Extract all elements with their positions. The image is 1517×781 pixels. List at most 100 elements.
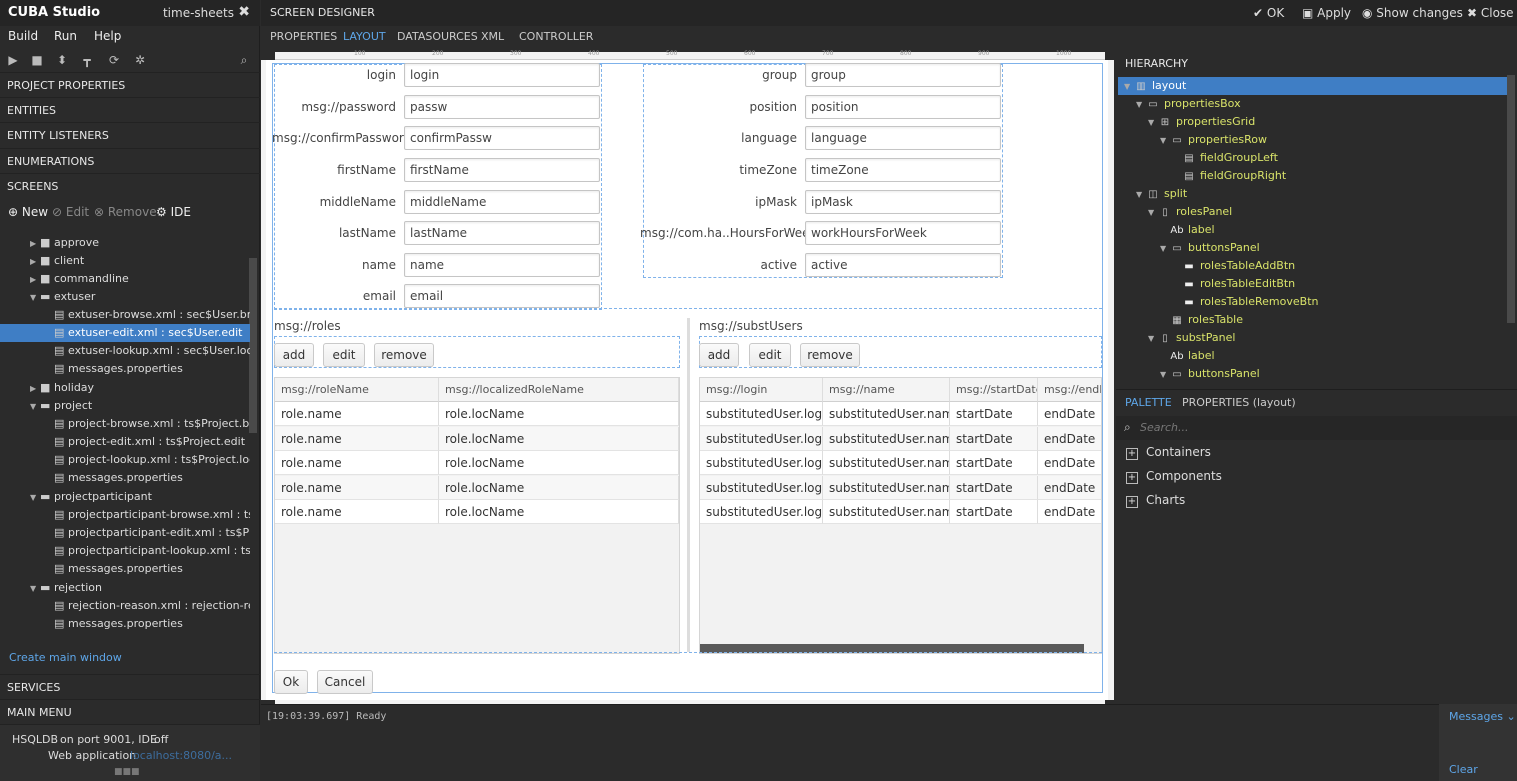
tree-item[interactable]: ▶ ■ client xyxy=(0,252,250,270)
hierarchy-node[interactable]: ▼ ▭ buttonsPanel xyxy=(1118,239,1260,257)
email-field[interactable]: email xyxy=(404,284,600,308)
tab-xml[interactable]: XML xyxy=(481,30,504,43)
ide-button[interactable]: ⚙ IDE xyxy=(156,205,191,219)
tree-item[interactable]: ▼ ▬ rejection xyxy=(0,579,250,597)
section-services[interactable]: SERVICES xyxy=(0,674,260,699)
section-screens[interactable]: SCREENS xyxy=(0,173,260,198)
tree-item[interactable]: ▼ ▬ extuser xyxy=(0,288,250,306)
palette-search[interactable]: ⌕ Search... xyxy=(1116,416,1517,440)
middle-name-field[interactable]: middleName xyxy=(404,190,600,214)
subst-remove-button[interactable]: remove xyxy=(800,343,860,367)
login-field[interactable]: login xyxy=(404,63,600,87)
hierarchy-node[interactable]: Ab label xyxy=(1118,221,1214,239)
tab-palette[interactable]: PALETTE xyxy=(1125,396,1172,409)
dialog-ok-button[interactable]: Ok xyxy=(274,670,308,694)
table-header[interactable]: msg://localizedRoleName xyxy=(439,378,679,402)
messages-dropdown[interactable]: Messages ⌄ xyxy=(1449,710,1516,723)
table-cell[interactable]: substitutedUser.name xyxy=(823,476,950,500)
table-cell[interactable]: endDate xyxy=(1038,476,1101,500)
hierarchy-node[interactable]: ▼ ▥ layout xyxy=(1118,77,1507,95)
last-name-field[interactable]: lastName xyxy=(404,221,600,245)
tree-item[interactable]: ▶ ■ approve xyxy=(0,234,250,252)
table-cell[interactable]: endDate xyxy=(1038,451,1101,475)
web-app-link[interactable]: localhost:8080/a... xyxy=(130,749,232,762)
tree-item[interactable]: ▼ ▬ project xyxy=(0,397,250,415)
table-cell[interactable]: endDate xyxy=(1038,402,1101,426)
language-field[interactable]: language xyxy=(805,126,1001,150)
table-cell[interactable]: startDate xyxy=(950,451,1038,475)
section-project-properties[interactable]: PROJECT PROPERTIES xyxy=(0,72,260,97)
show-changes-button[interactable]: ◉ Show changes xyxy=(1362,6,1463,20)
table-cell[interactable]: substitutedUser.login xyxy=(700,451,823,475)
table-header[interactable]: msg://login xyxy=(700,378,823,402)
tab-controller[interactable]: CONTROLLER xyxy=(519,30,593,43)
hierarchy-node[interactable]: ▤ fieldGroupLeft xyxy=(1118,149,1278,167)
hierarchy-node[interactable]: ▼ ▯ substPanel xyxy=(1118,329,1235,347)
tree-item[interactable]: ▤project-browse.xml : ts$Project.browse xyxy=(0,415,250,433)
tab-properties-layout[interactable]: PROPERTIES (layout) xyxy=(1182,396,1296,409)
tree-item[interactable]: ▶ ■ commandline xyxy=(0,270,250,288)
project-name[interactable]: time-sheets xyxy=(163,6,234,20)
palette-group-charts[interactable]: + Charts xyxy=(1126,493,1185,508)
table-cell[interactable]: startDate xyxy=(950,500,1038,524)
table-cell[interactable]: substitutedUser.name xyxy=(823,427,950,451)
tree-item[interactable]: ▤ project-edit.xml : ts$Project.edit xyxy=(0,433,250,451)
tree-item[interactable]: ▤projectparticipant-edit.xml : ts$Projec… xyxy=(0,524,250,542)
subst-users-table[interactable]: msg://login msg://name msg://startDate m… xyxy=(699,377,1102,654)
panel-resize-handle[interactable]: ■■■ xyxy=(114,767,140,777)
table-cell[interactable]: substitutedUser.name xyxy=(823,402,950,426)
hierarchy-node[interactable]: ▼ ▭ propertiesRow xyxy=(1118,131,1267,149)
section-entities[interactable]: ENTITIES xyxy=(0,97,260,122)
tree-scrollbar[interactable] xyxy=(249,258,257,433)
table-cell[interactable]: substitutedUser.login xyxy=(700,427,823,451)
table-cell[interactable]: substitutedUser.login xyxy=(700,402,823,426)
table-header[interactable]: msg://endDa xyxy=(1038,378,1101,402)
first-name-field[interactable]: firstName xyxy=(404,158,600,182)
hierarchy-node[interactable]: ▼ ▭ propertiesBox xyxy=(1118,95,1241,113)
hierarchy-node[interactable]: ▼ ⊞ propertiesGrid xyxy=(1118,113,1255,131)
active-field[interactable]: active xyxy=(805,253,1001,277)
work-hours-field[interactable]: workHoursForWeek xyxy=(805,221,1001,245)
refresh-icon[interactable]: ⟳ xyxy=(106,52,122,68)
hierarchy-node[interactable]: ▬ rolesTableRemoveBtn xyxy=(1118,293,1318,311)
subst-add-button[interactable]: add xyxy=(699,343,739,367)
edit-screen-button[interactable]: ⊘ Edit xyxy=(52,205,89,219)
create-main-window-link[interactable]: Create main window xyxy=(9,651,122,664)
table-cell[interactable]: role.locName xyxy=(439,476,679,500)
section-enumerations[interactable]: ENUMERATIONS xyxy=(0,148,260,173)
table-cell[interactable]: role.name xyxy=(275,451,439,475)
tree-item[interactable]: ▼ ▬ projectparticipant xyxy=(0,488,250,506)
ok-button[interactable]: ✔ OK xyxy=(1253,6,1284,20)
table-header[interactable]: msg://roleName xyxy=(275,378,439,402)
subst-edit-button[interactable]: edit xyxy=(749,343,791,367)
menu-help[interactable]: Help xyxy=(94,29,121,43)
ip-mask-field[interactable]: ipMask xyxy=(805,190,1001,214)
table-cell[interactable]: substitutedUser.name xyxy=(823,500,950,524)
tree-item[interactable]: ▤ messages.properties xyxy=(0,469,250,487)
search-icon[interactable]: ⌕ xyxy=(236,52,252,68)
close-button[interactable]: ✖ Close xyxy=(1467,6,1514,20)
position-field[interactable]: position xyxy=(805,95,1001,119)
palette-group-containers[interactable]: + Containers xyxy=(1126,445,1211,460)
hierarchy-node[interactable]: ▤ fieldGroupRight xyxy=(1118,167,1286,185)
menu-run[interactable]: Run xyxy=(54,29,77,43)
table-cell[interactable]: startDate xyxy=(950,427,1038,451)
table-header[interactable]: msg://startDate xyxy=(950,378,1038,402)
table-cell[interactable]: substitutedUser.login xyxy=(700,500,823,524)
tab-datasources[interactable]: DATASOURCES xyxy=(397,30,478,43)
hierarchy-node[interactable]: ▼ ▯ rolesPanel xyxy=(1118,203,1232,221)
section-entity-listeners[interactable]: ENTITY LISTENERS xyxy=(0,122,260,147)
table-cell[interactable]: role.locName xyxy=(439,451,679,475)
table-cell[interactable]: role.locName xyxy=(439,402,679,426)
stop-icon[interactable]: ■ xyxy=(29,52,45,68)
clear-button[interactable]: Clear xyxy=(1449,763,1478,776)
table-cell[interactable]: role.name xyxy=(275,476,439,500)
confirm-password-field[interactable]: confirmPassw xyxy=(404,126,600,150)
new-screen-button[interactable]: ⊕ New xyxy=(8,205,48,219)
tree-item[interactable]: ▤ messages.properties xyxy=(0,615,250,633)
run-icon[interactable]: ▶ xyxy=(5,52,21,68)
hierarchy-node[interactable]: Ab label xyxy=(1118,347,1214,365)
roles-remove-button[interactable]: remove xyxy=(374,343,434,367)
table-cell[interactable]: endDate xyxy=(1038,500,1101,524)
deploy-icon[interactable]: ⬍ xyxy=(54,52,70,68)
